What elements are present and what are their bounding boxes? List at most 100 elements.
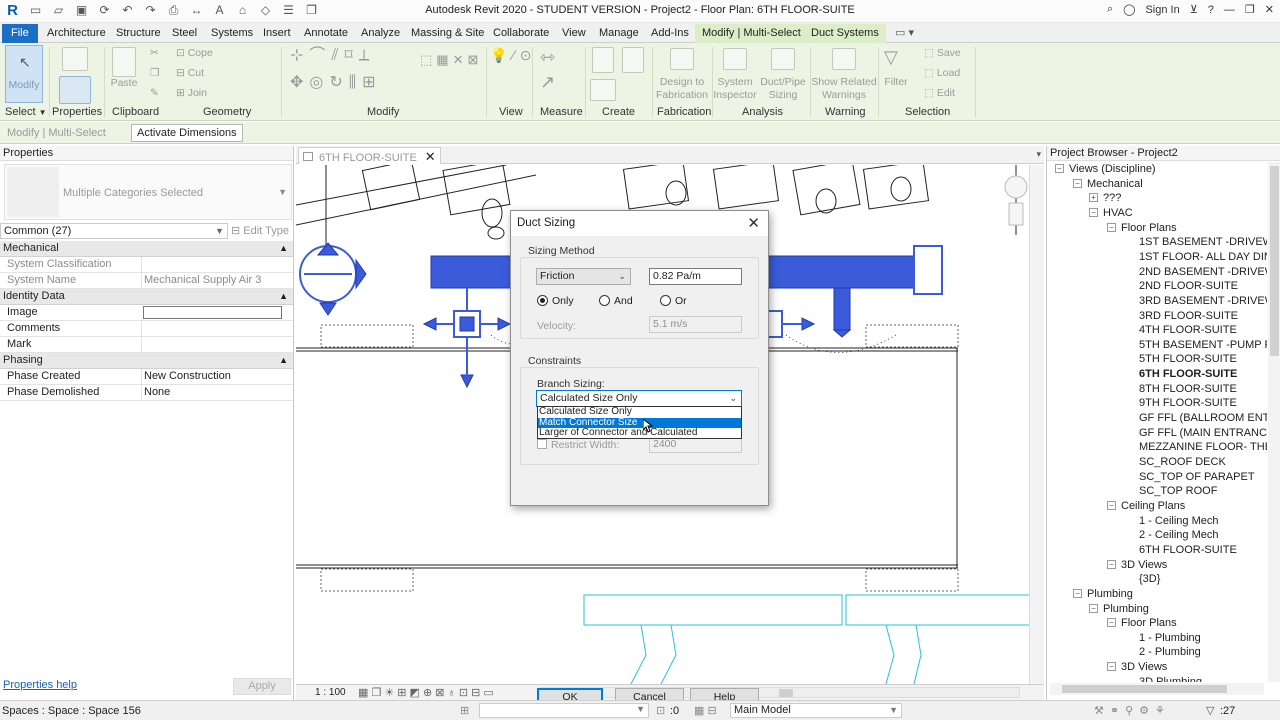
tab-analyze[interactable]: Analyze: [354, 24, 407, 43]
scroll-thumb[interactable]: [779, 689, 793, 697]
join-button[interactable]: ⊞ Join: [176, 87, 207, 100]
design-options-icon[interactable]: ▦ ⊟: [694, 704, 717, 717]
edit-selection-button[interactable]: ⬚ Edit: [924, 87, 955, 100]
radio-and[interactable]: And: [599, 295, 633, 307]
close-tab-icon[interactable]: ✕: [425, 149, 436, 164]
paste-icon[interactable]: [112, 47, 136, 77]
move-rotate-icon[interactable]: ✥◎↻⫼⊞: [290, 75, 382, 91]
show-related-warnings-icon[interactable]: [832, 48, 856, 70]
browser-node[interactable]: 3D Plumbing: [1139, 675, 1202, 682]
collapse-icon[interactable]: −: [1073, 178, 1082, 188]
velocity-input[interactable]: 5.1 m/s: [649, 316, 742, 333]
tab-steel[interactable]: Steel: [165, 24, 204, 43]
scroll-thumb[interactable]: [1062, 685, 1227, 693]
browser-node[interactable]: 5TH BASEMENT -PUMP ROOM: [1139, 338, 1267, 353]
prop-system-name[interactable]: System Name Mechanical Supply Air 3: [0, 273, 293, 289]
view-horizontal-scrollbar[interactable]: [540, 687, 1020, 698]
minimize-button[interactable]: —: [1224, 4, 1235, 16]
browser-node[interactable]: − HVAC: [1089, 206, 1133, 221]
design-to-fabrication-icon[interactable]: [670, 48, 694, 70]
browser-node[interactable]: 2ND BASEMENT -DRIVEWAY LEVEL: [1139, 265, 1267, 280]
group-phasing[interactable]: Phasing ▲: [0, 353, 293, 369]
dimension-tool-icon[interactable]: ↗: [540, 73, 555, 91]
save-selection-button[interactable]: ⬚ Save: [924, 47, 961, 60]
browser-node[interactable]: 8TH FLOOR-SUITE: [1139, 382, 1237, 397]
browser-horizontal-scrollbar[interactable]: [1050, 683, 1264, 695]
collapse-icon[interactable]: −: [1089, 603, 1098, 613]
browser-node[interactable]: − Views (Discipline): [1055, 162, 1156, 177]
collapse-icon[interactable]: −: [1107, 662, 1116, 672]
collapse-icon[interactable]: −: [1107, 559, 1116, 569]
browser-vertical-scrollbar[interactable]: [1268, 162, 1280, 682]
view-scale[interactable]: 1 : 100: [315, 687, 346, 698]
browser-node[interactable]: 6TH FLOOR-SUITE: [1139, 543, 1237, 558]
tab-systems[interactable]: Systems: [204, 24, 260, 43]
sign-in-button[interactable]: Sign In: [1145, 4, 1179, 16]
expand-icon[interactable]: +: [1089, 193, 1098, 203]
collapse-icon[interactable]: −: [1107, 500, 1116, 510]
tab-menu-icon[interactable]: ▾: [1036, 149, 1041, 160]
tab-architecture[interactable]: Architecture: [40, 24, 113, 43]
browser-node[interactable]: − Floor Plans: [1107, 221, 1177, 236]
browser-node[interactable]: − Ceiling Plans: [1107, 499, 1185, 514]
image-value-input[interactable]: [143, 306, 282, 319]
browser-node[interactable]: 3RD FLOOR-SUITE: [1139, 309, 1238, 324]
instance-filter-dropdown[interactable]: Common (27) ▼: [0, 223, 228, 239]
prop-phase-demolished[interactable]: Phase Demolished None: [0, 385, 293, 401]
tab-annotate[interactable]: Annotate: [297, 24, 355, 43]
browser-node[interactable]: {3D}: [1139, 572, 1160, 587]
tab-duct-systems[interactable]: Duct Systems: [804, 24, 886, 43]
binoculars-icon[interactable]: ⌕: [1107, 3, 1113, 16]
browser-node[interactable]: 1 - Ceiling Mech: [1139, 514, 1218, 529]
restore-button[interactable]: ❐: [1245, 3, 1255, 16]
collapse-icon[interactable]: −: [1107, 618, 1116, 628]
tab-file[interactable]: File: [2, 24, 38, 43]
measure-tool-icon[interactable]: ⇿: [540, 48, 555, 66]
close-window-button[interactable]: ✕: [1265, 3, 1274, 16]
friction-input[interactable]: 0.82 Pa/m: [649, 268, 742, 285]
view-vertical-scrollbar[interactable]: [1029, 165, 1044, 684]
view-tools-icon[interactable]: 💡∕⊙: [490, 48, 537, 62]
copy-icon[interactable]: ❐: [150, 67, 159, 80]
browser-node[interactable]: 1ST FLOOR- ALL DAY DINING: [1139, 250, 1267, 265]
dialog-close-icon[interactable]: ✕: [747, 214, 760, 232]
edit-type-button[interactable]: ⊟ Edit Type: [231, 223, 289, 239]
browser-node[interactable]: 1ST BASEMENT -DRIVEWAY LEVEL: [1139, 235, 1267, 250]
panel-select-dropdown[interactable]: Select ▼: [5, 106, 47, 118]
browser-node[interactable]: +???: [1089, 191, 1121, 206]
cut-icon[interactable]: ✂: [150, 47, 159, 60]
collapse-icon[interactable]: ▲: [279, 241, 288, 256]
browser-node[interactable]: GF FFL (BALLROOM ENTRANCE): [1139, 411, 1267, 426]
browser-node[interactable]: 5TH FLOOR-SUITE: [1139, 352, 1237, 367]
create-similar-icon[interactable]: [590, 79, 616, 101]
filter-icon[interactable]: ▽: [1206, 704, 1214, 717]
match-icon[interactable]: ✎: [150, 87, 159, 100]
properties-help-link[interactable]: Properties help: [3, 679, 77, 691]
branch-option[interactable]: Larger of Connector and Calculated: [538, 428, 741, 439]
prop-image[interactable]: Image: [0, 305, 293, 321]
prop-comments[interactable]: Comments: [0, 321, 293, 337]
cart-icon[interactable]: ⊻: [1190, 3, 1198, 16]
create-assembly-icon[interactable]: [622, 47, 644, 73]
prop-system-classification[interactable]: System Classification: [0, 257, 293, 273]
scroll-thumb[interactable]: [1270, 166, 1279, 356]
browser-node[interactable]: − Floor Plans: [1107, 616, 1177, 631]
apply-button[interactable]: Apply: [233, 678, 291, 695]
type-selector[interactable]: Multiple Categories Selected ▼: [4, 164, 292, 220]
browser-node[interactable]: −3D Views: [1107, 660, 1167, 675]
browser-node[interactable]: SC_TOP OF PARAPET: [1139, 470, 1255, 485]
tab-massing-site[interactable]: Massing & Site: [404, 24, 491, 43]
radio-only[interactable]: Only: [537, 295, 574, 307]
restrict-width-checkbox[interactable]: Restrict Width:: [537, 439, 619, 451]
group-identity-data[interactable]: Identity Data ▲: [0, 289, 293, 305]
workset-icon[interactable]: ⊞: [460, 704, 469, 717]
prop-phase-created[interactable]: Phase Created New Construction: [0, 369, 293, 385]
prop-mark[interactable]: Mark: [0, 337, 293, 353]
browser-node[interactable]: 3RD BASEMENT -DRIVEWAY LEVEL: [1139, 294, 1267, 309]
help-icon[interactable]: ?: [1208, 4, 1214, 16]
browser-node[interactable]: 4TH FLOOR-SUITE: [1139, 323, 1237, 338]
collapse-icon[interactable]: −: [1107, 222, 1116, 232]
browser-node[interactable]: GF FFL (MAIN ENTRANCE LOBBY): [1139, 426, 1267, 441]
editable-only-icon[interactable]: ⊡: [656, 704, 665, 717]
tab-collaborate[interactable]: Collaborate: [486, 24, 556, 43]
